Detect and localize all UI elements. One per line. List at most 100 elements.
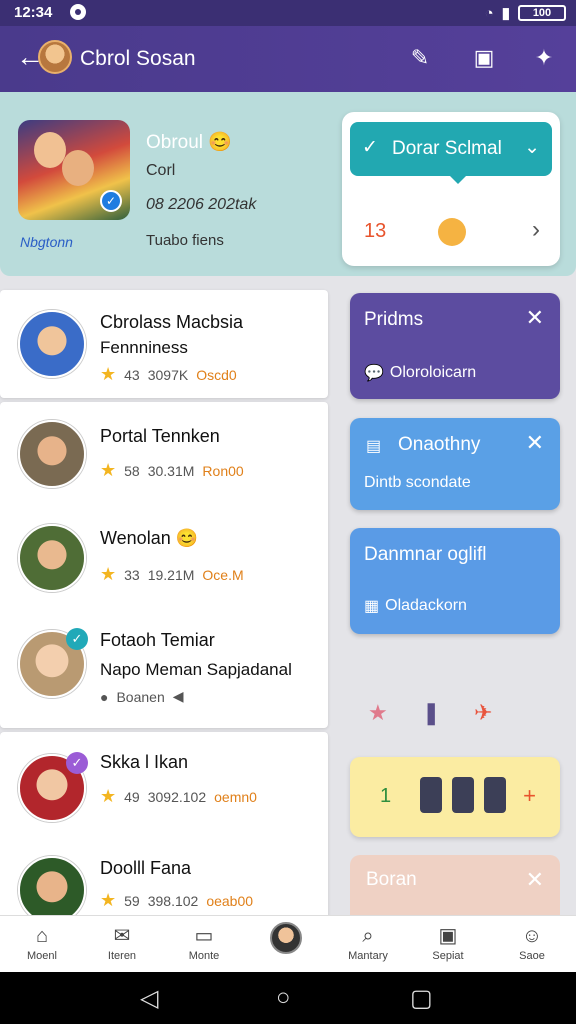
contact-name: Wenolan 😊	[100, 528, 199, 548]
recents-nav-icon[interactable]: ▢	[410, 984, 433, 1013]
star-icon: ★	[100, 890, 117, 910]
status-time: 12:34	[14, 4, 53, 21]
tab-send[interactable]: ✉ Iteren	[90, 924, 154, 962]
photo-face	[34, 132, 66, 168]
bookmark-icon[interactable]: ▣	[470, 44, 498, 72]
list-item[interactable]: Wenolan 😊 ★ 33 19.21M Oce.M	[0, 508, 328, 608]
contact-name: Cbrolass Macbsia	[100, 312, 244, 332]
status-icons: ◔ ▮ 100	[485, 4, 566, 22]
battery-icon: 100	[518, 5, 566, 21]
yellow-card-count: 1	[380, 785, 392, 807]
list-item[interactable]: ✓ Skka l Ikan ★ 49 3092.102 oemn0	[0, 738, 328, 838]
contact-meta: ● Boanen ◀	[100, 688, 184, 705]
search-icon: ⌕	[362, 925, 374, 947]
side-card-danmnar[interactable]: Danmnar oglifl ▦ Oladackorn	[350, 528, 560, 634]
profile-line-1: Corl	[146, 162, 176, 179]
pin-icon[interactable]: ✎	[406, 44, 434, 72]
image-icon: ▭	[194, 925, 214, 947]
avatar	[18, 310, 86, 378]
stat: 3097K	[147, 366, 189, 383]
status-bar: 12:34 ◔ ▮ 100	[0, 0, 576, 26]
star-icon: ★	[100, 564, 117, 584]
rating: 33	[124, 566, 140, 583]
tab-camera[interactable]: ▣ Sepiat	[416, 924, 480, 962]
list-item[interactable]: Portal Tennken ★ 58 30.31M Ron00	[0, 404, 328, 504]
tab-profile[interactable]	[254, 922, 318, 954]
star-icon: ★	[368, 700, 388, 725]
rating: 49	[124, 788, 140, 805]
tab-image[interactable]: ▭ Monte	[172, 924, 236, 962]
tab-person[interactable]: ☺ Saoe	[500, 924, 564, 962]
photo-face	[62, 150, 94, 186]
flag-icon: ▤	[366, 438, 382, 455]
photo-caption[interactable]: Nbgtonn	[20, 234, 73, 250]
rating: 59	[124, 892, 140, 909]
contact-meta: ★ 43 3097K Oscd0	[100, 364, 237, 385]
camera-icon: ▣	[438, 925, 458, 947]
chevron-right-icon[interactable]: ›	[532, 216, 540, 244]
verified-check-icon: ✓	[66, 628, 88, 650]
contact-meta: ★ 33 19.21M Oce.M	[100, 564, 244, 585]
stat: 30.31M	[147, 462, 195, 479]
item-shapes	[420, 777, 506, 813]
close-icon[interactable]: ✕	[526, 305, 544, 331]
avatar: ✓	[18, 752, 88, 822]
app-bar: ← Cbrol Sosan ✎ ▣ ✦	[0, 26, 576, 92]
stat: 3092.102	[147, 788, 207, 805]
dropdown-label: Dorar Sclmal	[392, 138, 502, 159]
tag: Oscd0	[196, 366, 237, 383]
contact-name: Skka l Ikan	[100, 752, 189, 772]
side-card-body: Dintb scondate	[364, 474, 471, 491]
contact-subtitle: Napo Meman Sapjadanal	[100, 660, 292, 679]
home-nav-icon[interactable]: ○	[276, 984, 291, 1012]
profile-line-3: Tuabo fiens	[146, 232, 224, 249]
tab-home[interactable]: ⌂ Moenl	[10, 924, 74, 962]
emoji-icon[interactable]	[438, 218, 466, 246]
star-icon: ★	[100, 364, 117, 384]
shape-icon	[484, 777, 506, 813]
tag: Boanen	[116, 688, 165, 705]
yellow-card[interactable]: 1 +	[350, 757, 560, 837]
profile-photo[interactable]: ✓	[18, 120, 130, 220]
side-card-body: 💬 Oloroloicarn	[364, 364, 477, 382]
tag: oemn0	[214, 788, 257, 805]
profile-line-2: 08 2206 202tak	[146, 196, 257, 213]
list-item[interactable]: ✓ Fotaoh Temiar Napo Meman Sapjadanal ● …	[0, 614, 328, 714]
stat: 398.102	[147, 892, 199, 909]
list-item[interactable]: Cbrolass Macbsia Fennniness ★ 43 3097K O…	[0, 294, 328, 394]
signal-icon: ▮	[501, 5, 510, 22]
verified-badge-icon: ✓	[100, 190, 122, 212]
tab-search[interactable]: ⌕ Mantary	[336, 924, 400, 962]
tag: Ron00	[202, 462, 244, 479]
stat: 19.21M	[147, 566, 195, 583]
star-icon[interactable]: ✦	[530, 44, 558, 72]
star-icon: ★	[100, 460, 117, 480]
profile-avatar	[270, 922, 302, 954]
header-avatar[interactable]	[38, 40, 72, 74]
dropdown-button[interactable]: ✓ Dorar Sclmal ⌄	[350, 122, 552, 184]
selector-card: ✓ Dorar Sclmal ⌄ 13 ›	[342, 112, 560, 266]
emoji-icon: 😊	[175, 528, 199, 548]
back-nav-icon[interactable]: ◁	[140, 984, 158, 1013]
count-value: 13	[364, 220, 387, 242]
side-card-onaothny[interactable]: Onaothny ▤ ✕ Dintb scondate	[350, 418, 560, 510]
contact-subtitle: Fennniness	[100, 338, 188, 357]
side-card-pridms[interactable]: Pridms ✕ 💬 Oloroloicarn	[350, 293, 560, 399]
side-card-body: ▦ Oladackorn	[364, 597, 467, 615]
avatar	[18, 420, 86, 488]
close-icon[interactable]: ✕	[526, 430, 544, 456]
shape-icon	[420, 777, 442, 813]
profile-name: Obroul 😊	[146, 132, 232, 153]
peach-card-title: Boran	[366, 869, 417, 890]
person-icon: ☺	[521, 925, 543, 947]
rating: 43	[124, 366, 140, 383]
emoji-icon: 😊	[208, 132, 232, 153]
add-icon[interactable]: +	[523, 783, 536, 809]
send-icon: ✉	[113, 925, 131, 947]
contact-meta: ★ 59 398.102 oeab00	[100, 890, 253, 911]
drop-icon: ❚	[422, 700, 441, 725]
star-icon: ★	[100, 786, 117, 806]
bottom-navigation: ⌂ Moenl ✉ Iteren ▭ Monte ⌕ Mantary ▣ Sep…	[0, 915, 576, 972]
page-title: Cbrol Sosan	[80, 47, 196, 70]
close-icon[interactable]: ✕	[526, 867, 544, 893]
